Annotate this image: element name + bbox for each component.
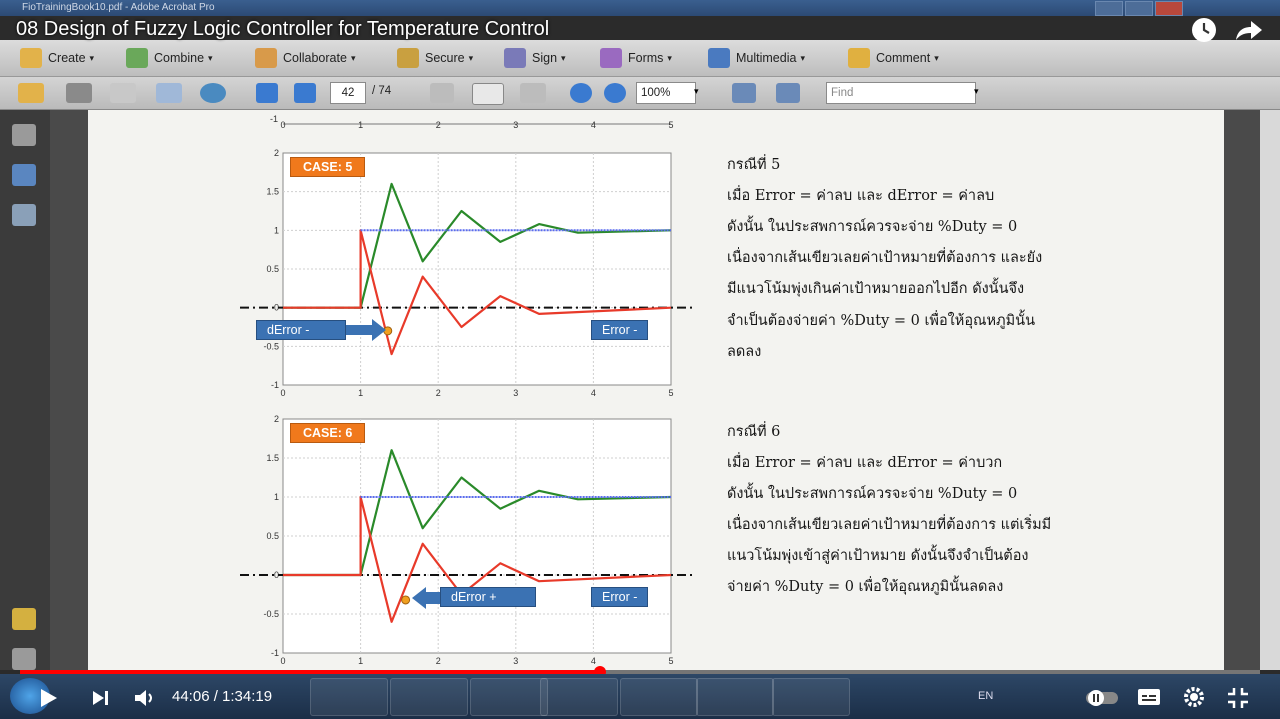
case6-xtick: 0 <box>280 656 285 666</box>
taskbar-app-7[interactable] <box>772 678 850 716</box>
case5-xtick: 1 <box>358 388 363 398</box>
case5-line-2: ดังนั้น ในประสพการณ์ควรจะจ่าย %Duty = 0 <box>727 219 1018 235</box>
case6-ytick: -1 <box>271 648 279 658</box>
prev-chart-xtick: 2 <box>436 120 441 130</box>
case6-xtick: 4 <box>591 656 596 666</box>
case6-label: CASE: 6 <box>290 423 366 443</box>
case6-xtick: 3 <box>513 656 518 666</box>
case6-xtick: 5 <box>668 656 673 666</box>
case5-ytick: 1 <box>274 225 279 235</box>
prev-chart-xtick: 0 <box>280 120 285 130</box>
case6-line-3: เนื่องจากเส้นเขียวเลยค่าเป้าหมายที่ต้องก… <box>727 517 1052 533</box>
case6-error-callout: Error - <box>591 587 649 607</box>
taskbar-app-5[interactable] <box>620 678 698 716</box>
case5-heading: กรณีที่ 5 <box>727 157 781 173</box>
case6-ytick: 0.5 <box>266 531 279 541</box>
charts-layer: 0 1 2 3 4 5-121.510.50-0.5-10 1 2 3 4 521.510.50-0… <box>240 114 694 666</box>
play-icon[interactable] <box>36 686 60 710</box>
case5-ytick: 2 <box>274 148 279 158</box>
case5-line-3: เนื่องจากเส้นเขียวเลยค่าเป้าหมายที่ต้องก… <box>727 250 1043 266</box>
volume-icon[interactable] <box>132 686 158 710</box>
subtitles-icon[interactable] <box>1136 686 1162 708</box>
case5-line-1: เมื่อ Error = ค่าลบ และ dError = ค่าลบ <box>727 188 995 204</box>
case5-marker <box>383 326 393 336</box>
taskbar-firefox[interactable] <box>390 678 468 716</box>
case5-error-callout: Error - <box>591 320 649 340</box>
case6-line-5: จ่ายค่า %Duty = 0 เพื่อให้อุณหภูมินั้นลด… <box>727 579 1004 595</box>
case5-ytick: 0.5 <box>266 264 279 274</box>
prev-chart-xtick: 3 <box>513 120 518 130</box>
taskbar-app-6[interactable] <box>696 678 774 716</box>
case5-xtick: 5 <box>668 388 673 398</box>
case5-line-4: มีแนวโน้มพุ่งเกินค่าเป้าหมายออกไปอีก ดัง… <box>727 281 1025 297</box>
case5-ytick: -0.5 <box>263 341 279 351</box>
taskbar-media-player[interactable] <box>310 678 388 716</box>
case6-ytick: 1 <box>274 492 279 502</box>
prev-chart-xtick: 1 <box>358 120 363 130</box>
case5-ytick: -1 <box>271 380 279 390</box>
case5-xtick: 4 <box>591 388 596 398</box>
video-time-display: 44:06 / 1:34:19 <box>172 688 273 705</box>
case5-xtick: 3 <box>513 388 518 398</box>
case6-ytick: -0.5 <box>263 609 279 619</box>
case6-ytick: 2 <box>274 414 279 424</box>
autoplay-toggle-icon[interactable] <box>1084 686 1120 708</box>
case6-xtick: 2 <box>436 656 441 666</box>
case6-xtick: 1 <box>358 656 363 666</box>
case5-label: CASE: 5 <box>290 157 366 177</box>
case6-line-1: เมื่อ Error = ค่าลบ และ dError = ค่าบวก <box>727 455 1003 471</box>
prev-chart-ytick: -1 <box>270 114 278 124</box>
case5-derror-callout: dError - <box>256 320 346 340</box>
prev-chart-xtick: 4 <box>591 120 596 130</box>
case6-marker <box>401 595 411 605</box>
case5-xtick: 0 <box>280 388 285 398</box>
case5-line-5: จำเป็นต้องจ่ายค่า %Duty = 0 เพื่อให้อุณห… <box>727 313 1035 329</box>
case5-line-6: ลดลง <box>727 344 762 360</box>
case6-derror-callout: dError + <box>440 587 536 607</box>
case6-heading: กรณีที่ 6 <box>727 424 781 440</box>
case6-line-4: แนวโน้มพุ่งเข้าสู่ค่าเป้าหมาย ดังนั้นจึง… <box>727 548 1029 564</box>
language-indicator[interactable]: EN <box>978 690 993 702</box>
case5-xtick: 2 <box>436 388 441 398</box>
case6-ytick: 1.5 <box>266 453 279 463</box>
settings-gear-icon[interactable] <box>1182 685 1206 709</box>
taskbar-acrobat[interactable] <box>540 678 618 716</box>
case5-ytick: 1.5 <box>266 187 279 197</box>
taskbar-matlab[interactable] <box>470 678 548 716</box>
exit-fullscreen-icon[interactable] <box>1226 686 1250 710</box>
case6-line-2: ดังนั้น ในประสพการณ์ควรจะจ่าย %Duty = 0 <box>727 486 1018 502</box>
prev-chart-xtick: 5 <box>668 120 673 130</box>
next-video-icon[interactable] <box>90 688 112 708</box>
